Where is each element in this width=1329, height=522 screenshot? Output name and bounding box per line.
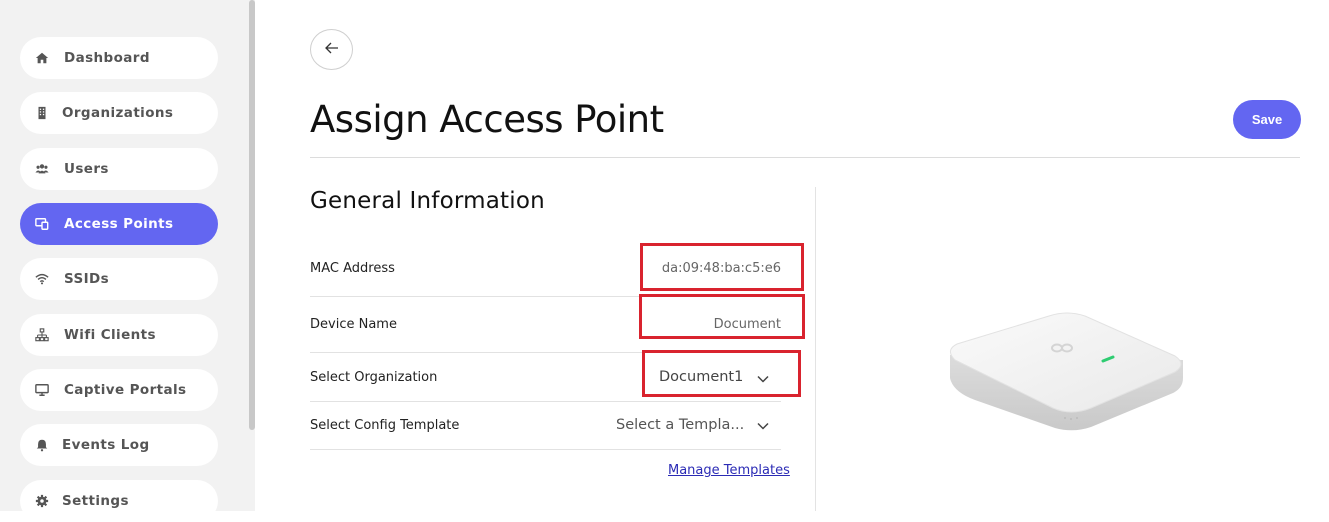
device-name-label: Device Name	[310, 317, 397, 332]
sidebar-item-events-log[interactable]: Events Log	[20, 424, 218, 466]
config-template-select[interactable]: Select a Templa...	[610, 411, 785, 441]
sidebar-item-settings[interactable]: Settings	[20, 480, 218, 522]
network-icon	[34, 327, 50, 343]
sidebar-item-label: Users	[64, 161, 109, 177]
home-icon	[34, 50, 50, 66]
main-content: Assign Access Point Save General Informa…	[255, 0, 1329, 511]
sidebar-item-access-points[interactable]: Access Points	[20, 203, 218, 245]
sidebar-item-users[interactable]: Users	[20, 148, 218, 190]
divider	[310, 157, 1300, 158]
users-icon	[34, 161, 50, 177]
sidebar-item-wifi-clients[interactable]: Wifi Clients	[20, 314, 218, 356]
sidebar-item-label: SSIDs	[64, 271, 110, 287]
sidebar-item-label: Organizations	[62, 105, 174, 121]
wifi-icon	[34, 271, 50, 287]
organization-label: Select Organization	[310, 370, 438, 385]
building-icon	[34, 105, 50, 121]
section-title: General Information	[310, 188, 545, 214]
sidebar: Dashboard Organizations Users Access Poi…	[0, 0, 255, 522]
back-button[interactable]	[310, 29, 353, 70]
page-title: Assign Access Point	[310, 98, 664, 141]
sidebar-item-organizations[interactable]: Organizations	[20, 92, 218, 134]
sidebar-item-label: Dashboard	[64, 50, 150, 66]
sidebar-item-captive-portals[interactable]: Captive Portals	[20, 369, 218, 411]
sidebar-item-label: Captive Portals	[64, 382, 187, 398]
mac-address-label: MAC Address	[310, 261, 395, 276]
highlight-box	[642, 350, 801, 397]
vertical-divider	[815, 187, 816, 511]
bell-icon	[34, 437, 50, 453]
sidebar-item-label: Events Log	[62, 437, 150, 453]
config-template-placeholder: Select a Templa...	[616, 417, 745, 433]
sidebar-item-label: Access Points	[64, 216, 174, 232]
sidebar-item-ssids[interactable]: SSIDs	[20, 258, 218, 300]
highlight-box	[639, 294, 805, 339]
monitor-icon	[34, 382, 50, 398]
access-points-icon	[34, 216, 50, 232]
manage-templates-link[interactable]: Manage Templates	[668, 463, 790, 478]
chevron-down-icon	[756, 418, 770, 432]
sidebar-item-label: Wifi Clients	[64, 327, 156, 343]
highlight-box	[640, 243, 804, 291]
save-button[interactable]: Save	[1233, 100, 1301, 139]
config-template-label: Select Config Template	[310, 418, 460, 433]
sidebar-item-dashboard[interactable]: Dashboard	[20, 37, 218, 79]
gear-icon	[34, 493, 50, 509]
sidebar-item-label: Settings	[62, 493, 129, 509]
arrow-left-icon	[324, 40, 339, 59]
access-point-device-image	[945, 300, 1185, 444]
